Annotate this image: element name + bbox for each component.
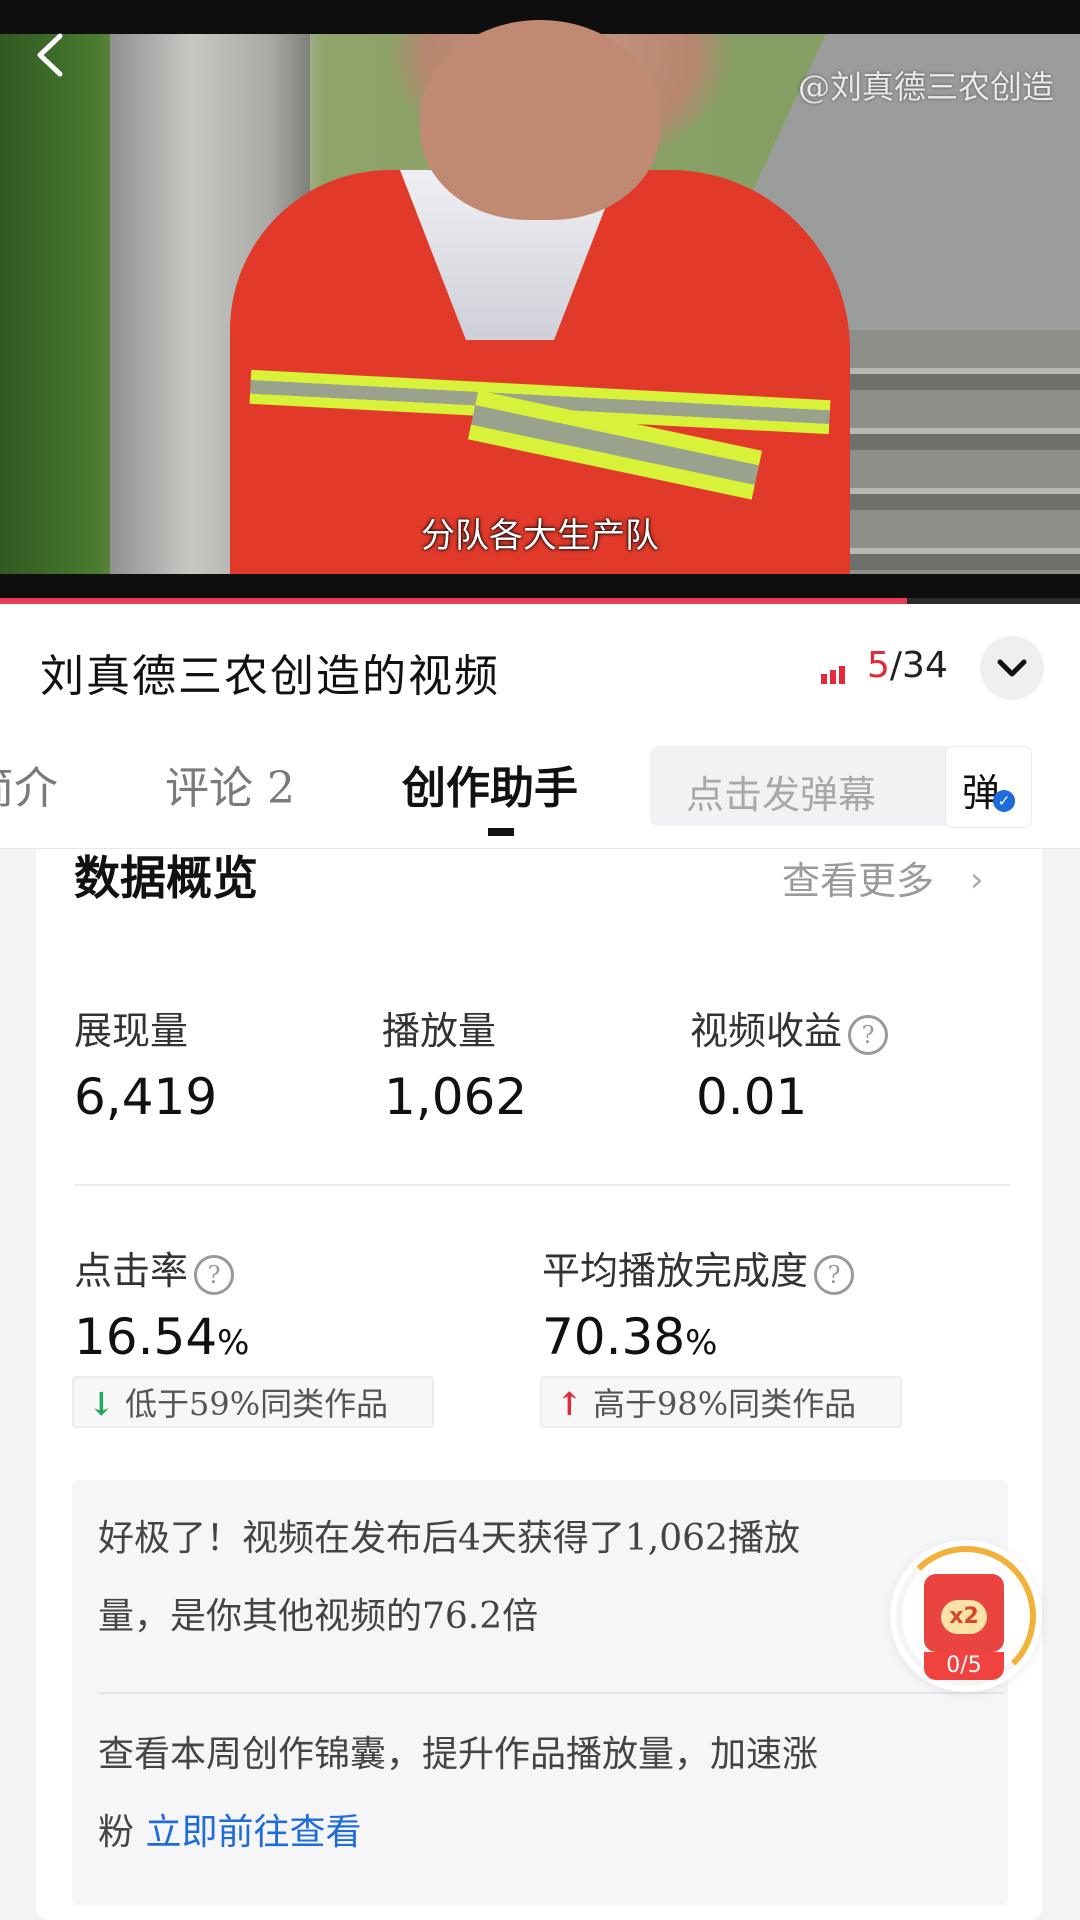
go-view-link[interactable]: 立即前往查看 [145,1812,361,1853]
percent-unit: % [217,1323,250,1363]
view-more-link[interactable]: 查看更多 [782,850,934,905]
ctr-compare-text: 低于59%同类作品 [124,1385,389,1423]
completion-compare-text: 高于98%同类作品 [592,1385,857,1423]
help-icon[interactable]: ? [814,1254,855,1295]
chevron-right-icon[interactable]: › [970,860,984,900]
divider [74,1184,1010,1186]
metric-completion-label: 平均播放完成度? [542,1240,855,1295]
chevron-down-icon [997,659,1027,677]
back-arrow-icon[interactable] [30,30,70,80]
help-icon[interactable]: ? [848,1014,889,1055]
check-badge-icon: ✓ [993,790,1015,812]
metric-completion-number: 70.38 [542,1308,686,1366]
tip-line-prefix: 粉 [98,1812,146,1853]
ctr-compare-badge: ↓ 低于59%同类作品 [72,1376,434,1428]
completion-compare-badge: ↑ 高于98%同类作品 [540,1376,902,1428]
metric-plays-label: 播放量 [382,1009,497,1053]
danmaku-toggle-label: 弹 [962,771,1001,815]
danmaku-placeholder: 点击发弹幕 [686,773,877,817]
insight-line: 量，是你其他视频的76.2倍 [98,1596,539,1637]
metric-plays-value: 1,062 [384,1068,528,1126]
tip-line: 粉 立即前往查看 [98,1794,948,1872]
divider [98,1692,1004,1694]
episode-total: /34 [889,645,948,686]
video-subtitle: 分队各大生产队 [421,516,659,556]
tab-creator-assistant[interactable]: 创作助手 [402,752,578,816]
metric-ctr-label-text: 点击率 [74,1249,189,1293]
insight-line: 好极了！视频在发布后4天获得了1,062播放 [98,1518,800,1559]
reward-multiplier: x2 [941,1600,987,1634]
active-tab-indicator [488,828,514,836]
reward-count: 0/5 [924,1652,1004,1680]
metric-completion-label-text: 平均播放完成度 [542,1249,809,1293]
metric-completion-value: 70.38% [542,1308,717,1366]
metric-impressions-value: 6,419 [74,1068,218,1126]
help-icon[interactable]: ? [194,1254,235,1295]
collection-title[interactable]: 刘真德三农创造的视频 [40,640,500,704]
episode-counter: 5/34 [867,645,948,686]
metric-revenue-value: 0.01 [696,1068,808,1126]
arrow-down-icon: ↓ [88,1385,115,1423]
percent-unit: % [685,1323,718,1363]
metric-ctr-label: 点击率? [74,1240,235,1295]
arrow-up-icon: ↑ [556,1385,583,1423]
video-watermark: @刘真德三农创造 [797,68,1054,106]
metric-ctr-number: 16.54 [74,1308,218,1366]
tip-line: 查看本周创作锦囊，提升作品播放量，加速涨 [98,1734,819,1775]
metric-ctr-value: 16.54% [74,1308,249,1366]
tab-comments[interactable]: 评论 2 [165,752,295,816]
metric-revenue-label-text: 视频收益 [690,1009,843,1053]
metric-revenue-label: 视频收益? [690,1000,889,1055]
overview-title: 数据概览 [74,851,258,905]
tab-intro[interactable]: 简介 [0,752,58,816]
playing-bars-icon [821,665,848,684]
video-player[interactable]: @刘真德三农创造 分队各大生产队 [0,0,1080,600]
expand-collection-button[interactable] [980,636,1044,700]
metric-impressions-label: 展现量 [74,1009,189,1053]
episode-current: 5 [867,645,890,686]
video-person-head [420,20,660,220]
